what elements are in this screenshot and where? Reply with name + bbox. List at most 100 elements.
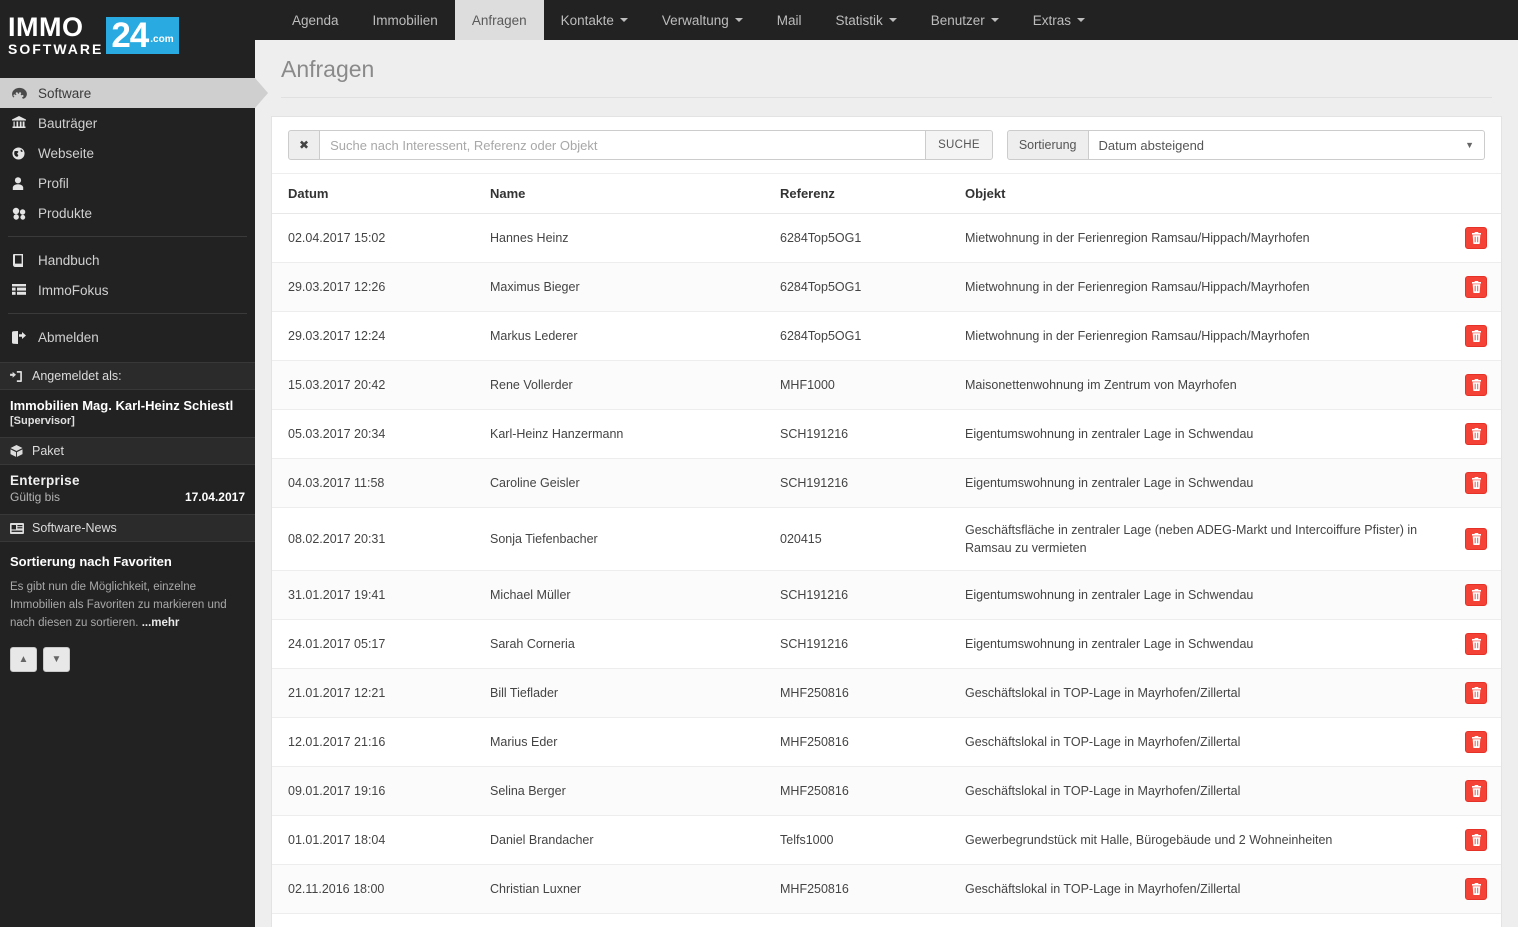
delete-row-button[interactable]: [1465, 423, 1487, 445]
cell-objekt: Mietwohnung in der Ferienregion Ramsau/H…: [955, 311, 1429, 361]
cell-name: Ulrich Steinbeißer: [480, 913, 770, 927]
cell-objekt: Geschäftslokal in TOP-Lage in Mayrhofen/…: [955, 864, 1429, 915]
cell-datum: 04.03.2017 11:58: [272, 458, 480, 508]
tab-mail[interactable]: Mail: [760, 0, 819, 40]
user-icon: [12, 176, 38, 190]
user-role: [Supervisor]: [10, 415, 75, 428]
cell-referenz: SCH191216: [770, 619, 955, 670]
table-row[interactable]: 28.10.2016 22:57Ulrich SteinbeißerMHF250…: [272, 913, 1501, 927]
list-icon: [12, 284, 38, 296]
chevron-down-icon: [990, 18, 999, 22]
table-header-row: Datum Name Referenz Objekt: [272, 174, 1501, 214]
cell-datum: 24.01.2017 05:17: [272, 619, 480, 670]
sidebar-item-produkte[interactable]: Produkte: [0, 198, 255, 228]
cell-name: Christian Luxner: [480, 864, 770, 915]
cell-name: Rene Vollerder: [480, 360, 770, 410]
sidebar-item-handbuch[interactable]: Handbuch: [0, 245, 255, 275]
table-row[interactable]: 04.03.2017 11:58 Caroline Geisler SCH19121…: [272, 458, 1501, 508]
paket-name: Enterprise: [10, 473, 80, 489]
login-icon: [10, 370, 32, 382]
table-row[interactable]: 05.03.2017 20:34 Karl-Heinz Hanzermann SCH…: [272, 409, 1501, 459]
table-row[interactable]: 15.03.2017 20:42 Rene Vollerder MHF1000 Mai…: [272, 360, 1501, 410]
table-row[interactable]: 12.01.2017 21:16 Marius Eder MHF250816 Gesc…: [272, 717, 1501, 768]
delete-row-button[interactable]: [1465, 633, 1487, 656]
clear-search-button[interactable]: ✖: [288, 130, 321, 160]
trash-icon: [1471, 379, 1482, 391]
cell-name: Markus Lederer: [480, 311, 770, 361]
search-input[interactable]: [320, 130, 926, 160]
table-row[interactable]: 09.01.2017 19:16 Selina Berger MHF250816 Ge…: [272, 766, 1501, 817]
sidebar-item-abmelden[interactable]: Abmelden: [0, 322, 255, 352]
delete-row-button[interactable]: [1465, 584, 1487, 607]
sidebar: IMMO SOFTWARE 24 .com Software Bauträger…: [0, 0, 268, 927]
news-prev-button[interactable]: ▲: [10, 646, 37, 672]
cell-actions: [1429, 570, 1501, 621]
chevron-down-icon: [1077, 18, 1086, 22]
delete-row-button[interactable]: [1465, 276, 1487, 298]
sidebar-item-profil[interactable]: Profil: [0, 168, 255, 198]
filter-bar: ✖ SUCHE Sortierung Datum absteigend: [272, 117, 1501, 174]
table-row[interactable]: 21.01.2017 12:21 Bill Tieflader MHF250816 G…: [272, 668, 1501, 719]
tab-extras[interactable]: Extras: [1016, 0, 1102, 40]
tab-agenda[interactable]: Agenda: [275, 0, 356, 40]
news-text-body: Es gibt nun die Möglichkeit, einzelne Im…: [10, 581, 227, 629]
table-row[interactable]: 02.11.2016 18:00 Christian Luxner MHF25081…: [272, 864, 1501, 915]
tab-benutzer[interactable]: Benutzer: [914, 0, 1016, 40]
page-header: Anfragen: [255, 40, 1518, 98]
table-row[interactable]: 02.04.2017 15:02 Hannes Heinz 6284Top5OG1 M…: [272, 213, 1501, 263]
software-news-label: Software-News: [32, 521, 117, 536]
tab-anfragen[interactable]: Anfragen: [454, 0, 544, 40]
search-group: ✖ SUCHE: [288, 130, 993, 160]
delete-row-button[interactable]: [1465, 829, 1487, 852]
tab-immobilien[interactable]: Immobilien: [356, 0, 455, 40]
cell-objekt: Eigentumswohnung in zentraler Lage in Sc…: [955, 619, 1429, 670]
cell-name: Selina Berger: [480, 766, 770, 817]
sidebar-item-bautraeger[interactable]: Bauträger: [0, 108, 255, 138]
search-button[interactable]: SUCHE: [925, 130, 993, 160]
news-more-link[interactable]: ...mehr: [142, 617, 180, 629]
news-pager: ▲ ▼: [10, 646, 245, 672]
book-icon: [12, 253, 38, 267]
tab-statistik[interactable]: Statistik: [818, 0, 913, 40]
table-row[interactable]: 29.03.2017 12:26 Maximus Bieger 6284Top5OG…: [272, 262, 1501, 312]
sidebar-item-label: Bauträger: [38, 115, 98, 131]
news-next-button[interactable]: ▼: [43, 646, 70, 672]
sidebar-item-webseite[interactable]: Webseite: [0, 138, 255, 168]
logo-24-text: 24: [111, 15, 149, 55]
sidebar-item-software[interactable]: Software: [0, 78, 268, 108]
delete-row-button[interactable]: [1465, 472, 1487, 494]
tab-verwaltung[interactable]: Verwaltung: [645, 0, 760, 40]
sort-select[interactable]: Datum absteigend ▼: [1088, 130, 1485, 160]
delete-row-button[interactable]: [1465, 682, 1487, 705]
delete-row-button[interactable]: [1465, 374, 1487, 396]
delete-row-button[interactable]: [1465, 878, 1487, 901]
table-row[interactable]: 08.02.2017 20:31 Sonja Tiefenbacher 020415…: [272, 507, 1501, 572]
chevron-down-icon: [888, 18, 897, 22]
cell-objekt: Maisonettenwohnung im Zentrum von Mayrho…: [955, 360, 1429, 410]
column-header-name[interactable]: Name: [480, 174, 770, 214]
cell-actions: [1429, 262, 1501, 312]
trash-icon: [1471, 736, 1482, 749]
column-header-objekt[interactable]: Objekt: [955, 174, 1429, 214]
delete-row-button[interactable]: [1465, 325, 1487, 347]
cell-name: Michael Müller: [480, 570, 770, 621]
delete-row-button[interactable]: [1465, 227, 1487, 249]
column-header-referenz[interactable]: Referenz: [770, 174, 955, 214]
table-row[interactable]: 29.03.2017 12:24 Markus Lederer 6284Top5OG…: [272, 311, 1501, 361]
table-row[interactable]: 31.01.2017 19:41 Michael Müller SCH191216 E…: [272, 570, 1501, 621]
tab-kontakte[interactable]: Kontakte: [544, 0, 645, 40]
delete-row-button[interactable]: [1465, 528, 1487, 551]
cell-datum: 21.01.2017 12:21: [272, 668, 480, 719]
cell-objekt: Geschäftsfläche in zentraler Lage (neben…: [955, 507, 1429, 572]
cell-referenz: 6284Top5OG1: [770, 213, 955, 263]
brand-logo[interactable]: IMMO SOFTWARE 24 .com: [0, 0, 255, 70]
delete-row-button[interactable]: [1465, 780, 1487, 803]
sidebar-item-label: Profil: [38, 175, 69, 191]
column-header-datum[interactable]: Datum: [272, 174, 480, 214]
logged-in-label: Angemeldet als:: [32, 369, 122, 383]
table-row[interactable]: 01.01.2017 18:04 Daniel Brandacher Telfs10…: [272, 815, 1501, 866]
sidebar-item-immofokus[interactable]: ImmoFokus: [0, 275, 255, 305]
table-row[interactable]: 24.01.2017 05:17 Sarah Corneria SCH191216 E…: [272, 619, 1501, 670]
logo-com-text: .com: [150, 33, 174, 45]
delete-row-button[interactable]: [1465, 731, 1487, 754]
